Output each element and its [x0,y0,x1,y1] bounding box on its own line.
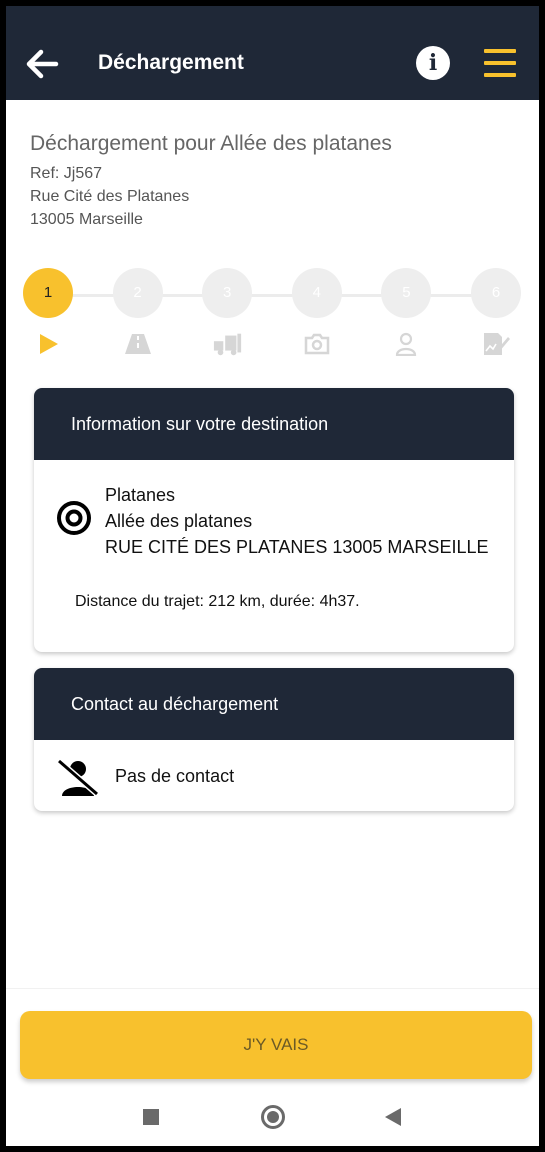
trip-distance: Distance du trajet: 212 km, durée: 4h37. [75,593,360,610]
person-off-icon [57,758,99,797]
destination-line1: Allée des platanes [105,511,253,531]
step-4[interactable]: 4 [291,268,342,318]
step-1[interactable]: 1 [23,268,73,318]
contact-card-heading: Contact au déchargement [34,668,514,740]
destination-card-heading: Information sur votre destination [34,388,514,460]
camera-icon [302,330,332,358]
step-2[interactable]: 2 [112,268,163,318]
delivery-ref: Ref: Jj567 [30,165,103,182]
delivery-city: 13005 Marseille [30,211,143,228]
phone-screen: Déchargement i Déchargement pour Allée d… [6,6,539,1146]
signature-icon [481,330,511,358]
target-icon [57,501,91,535]
go-button[interactable]: J'Y VAIS [20,1011,532,1079]
destination-line2: RUE CITÉ DES PLATANES 13005 MARSEILLE [105,537,489,557]
recent-apps-icon[interactable] [143,1109,159,1125]
page-title: Déchargement [98,51,244,74]
destination-name: Platanes [105,485,176,505]
system-nav-bar [6,1086,539,1146]
delivery-title: Déchargement pour Allée des platanes [30,132,392,155]
progress-stepper: 1 2 3 4 5 6 [23,268,521,368]
info-icon[interactable]: i [416,46,450,80]
road-icon [123,330,153,358]
app-bar: Déchargement i [6,6,539,100]
person-icon [391,330,421,358]
delivery-street: Rue Cité des Platanes [30,188,190,205]
arrow-left-icon[interactable] [24,46,60,82]
truck-unload-icon [213,330,243,358]
contact-value: Pas de contact [115,766,235,786]
hamburger-menu-icon[interactable] [484,49,516,77]
destination-address: Platanes Allée des platanes RUE CITÉ DES… [105,482,488,560]
home-icon[interactable] [261,1105,285,1129]
back-triangle-icon[interactable] [385,1108,401,1126]
step-6[interactable]: 6 [471,268,521,318]
step-5[interactable]: 5 [381,268,432,318]
destination-card: Information sur votre destination Platan… [34,388,514,652]
bottom-divider [6,988,539,989]
step-3[interactable]: 3 [202,268,253,318]
contact-card: Contact au déchargement Pas de contact [34,668,514,811]
delivery-header: Déchargement pour Allée des platanes Ref… [30,132,392,231]
play-icon [33,330,63,358]
